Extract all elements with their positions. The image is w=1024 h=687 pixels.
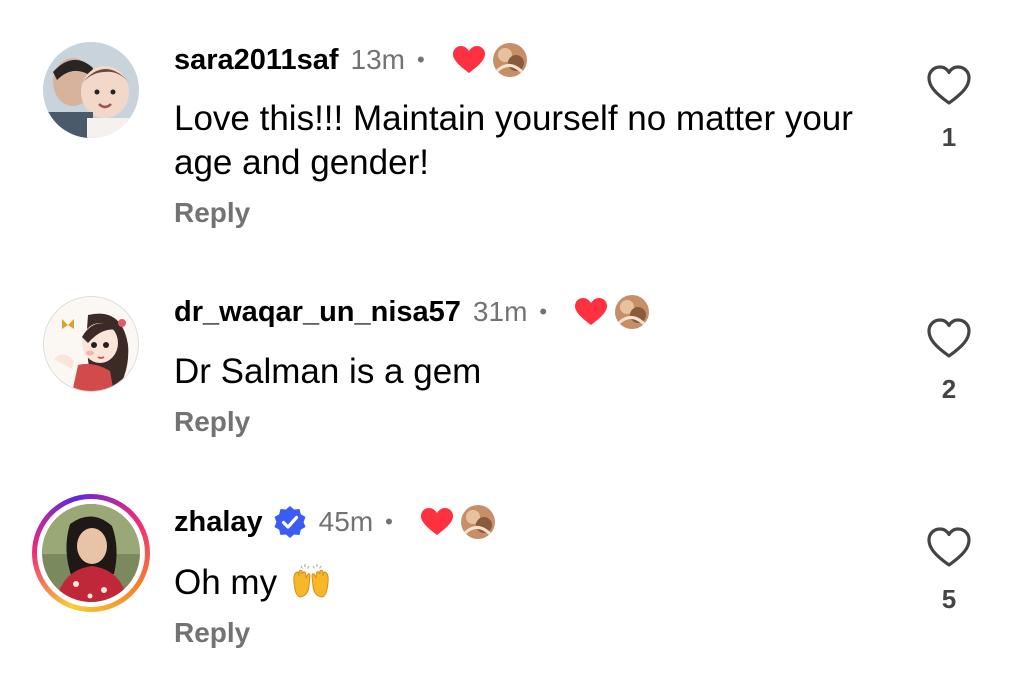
avatar-photo [42,504,140,602]
reply-button[interactable]: Reply [174,406,250,438]
raising-hands-emoji-icon [293,564,329,598]
comment-text: Dr Salman is a gem [174,352,482,391]
username[interactable]: dr_waqar_un_nisa57 [174,296,461,329]
reply-button[interactable]: Reply [174,617,250,649]
separator-dot: • [416,47,425,72]
separator-dot: • [385,509,393,534]
timestamp: 31m [472,296,528,327]
author-avatar-image [615,295,650,329]
comment-meta: dr_waqar_un_nisa57 31m • [174,295,650,329]
avatar-photo [44,297,138,391]
story-ring-avatar[interactable] [32,494,150,612]
like-heart-icon[interactable] [926,317,972,359]
comment-meta: sara2011saf 13m • [174,43,527,77]
comment-text-content: Oh my [174,563,278,602]
comment-text: Love this!!! Maintain yourself no matter… [174,99,853,182]
author-avatar-image [460,505,495,539]
timestamp: 13m [350,44,405,75]
verified-badge-icon [274,506,306,538]
timestamp: 45m [318,506,374,537]
avatar[interactable] [43,42,139,138]
author-liked-heart-icon [575,298,608,325]
author-avatar-image [492,43,527,77]
author-avatar [492,43,527,77]
like-heart-icon[interactable] [926,526,972,568]
separator-dot: • [539,299,548,324]
author-liked-heart-icon [452,46,485,73]
reply-button[interactable]: Reply [174,197,250,229]
like-count: 2 [941,374,957,404]
avatar[interactable] [43,296,139,392]
like-heart-icon[interactable] [926,64,972,106]
like-count: 1 [941,122,957,152]
comment-text: Oh my [174,560,874,605]
author-avatar [460,505,495,539]
avatar [42,504,140,602]
author-liked-heart-icon [420,508,453,535]
username[interactable]: sara2011saf [174,44,339,77]
username[interactable]: zhalay [174,506,263,539]
comment-meta: zhalay 45m • [174,505,495,539]
like-count: 5 [941,584,957,614]
avatar-photo [43,42,139,138]
author-avatar [615,295,650,329]
